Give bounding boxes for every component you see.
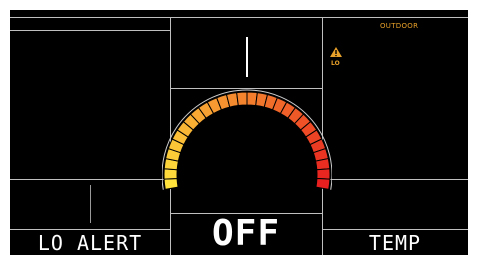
outdoor-label: OUTDOOR (380, 22, 419, 30)
temperature-gauge-arc (162, 89, 332, 190)
left-panel-mid-line (10, 179, 170, 180)
gauge-segment (236, 91, 248, 107)
left-panel-bottom-line (10, 229, 170, 230)
warning-triangle-icon (330, 47, 342, 57)
center-vertical-tick (246, 37, 248, 77)
alert-state-value: OFF (211, 213, 281, 254)
gauge-segment (315, 157, 331, 171)
right-panel-bottom-line (322, 229, 468, 230)
right-panel-mid-line (322, 179, 468, 180)
left-panel-top-line (10, 30, 170, 31)
temp-label: TEMP (368, 231, 422, 255)
lo-alert-label: LO ALERT (37, 231, 143, 255)
gauge-segment (315, 177, 331, 190)
gauge-segment (163, 168, 178, 180)
left-vertical-tick (90, 185, 91, 223)
gauge-segment (316, 168, 331, 180)
gauge-segment (163, 177, 179, 190)
top-border-line (10, 17, 468, 18)
lcd-display-panel: OUTDOOR LO LO ALERT OFF TEMP (10, 10, 468, 255)
alert-badge-label: LO (331, 60, 340, 67)
